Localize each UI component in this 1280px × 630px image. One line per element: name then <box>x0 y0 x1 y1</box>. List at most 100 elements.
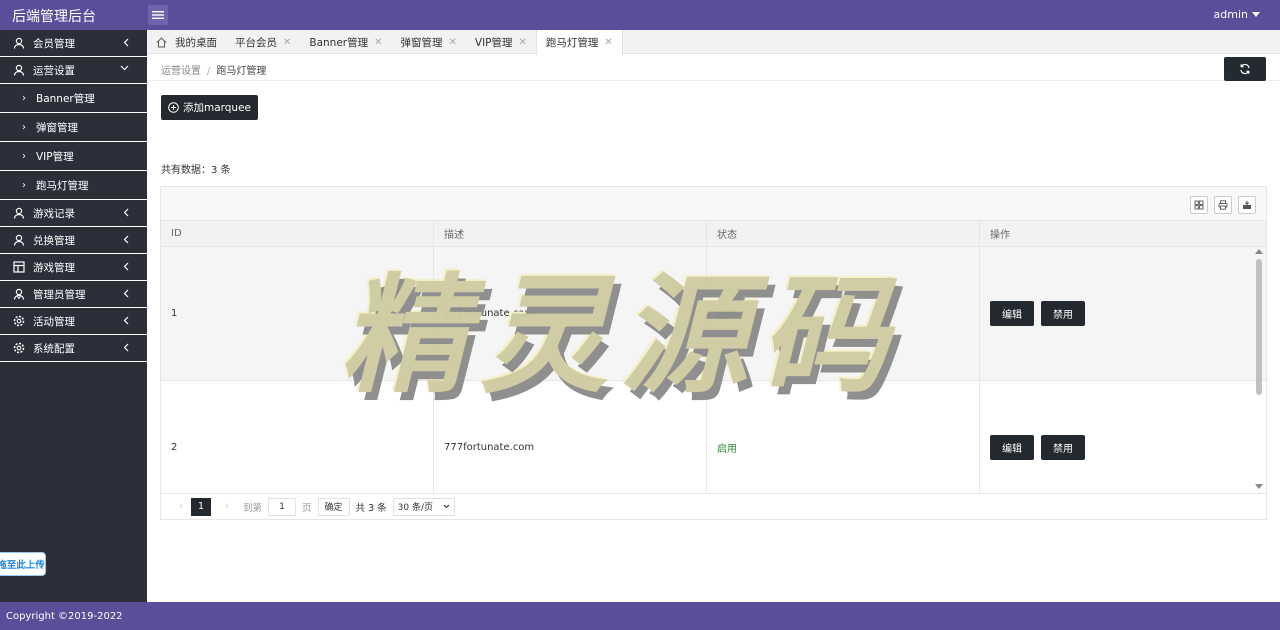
sidebar-item-label: 游戏管理 <box>33 261 75 274</box>
close-icon[interactable]: ✕ <box>604 37 612 48</box>
sidebar-item-members[interactable]: 会员管理 <box>0 30 147 57</box>
sidebar-item-system-config[interactable]: 系统配置 <box>0 335 147 362</box>
breadcrumb: 运营设置 / 跑马灯管理 <box>161 62 266 77</box>
close-icon[interactable]: ✕ <box>449 37 457 48</box>
sidebar-subitem-label: VIP管理 <box>36 150 74 163</box>
edit-button[interactable]: 编辑 <box>990 435 1034 460</box>
close-icon[interactable]: ✕ <box>283 37 291 48</box>
column-header-actions[interactable]: 操作 <box>980 221 1254 246</box>
sidebar-item-operations[interactable]: 运营设置 <box>0 57 147 84</box>
sidebar-item-games[interactable]: 游戏管理 <box>0 254 147 281</box>
refresh-icon <box>1240 63 1250 75</box>
admin-icon <box>12 287 26 301</box>
sidebar-item-game-records[interactable]: 游戏记录 <box>0 200 147 227</box>
print-button[interactable] <box>1214 196 1232 214</box>
goto-page-input[interactable] <box>268 497 297 516</box>
caret-down-icon <box>1252 12 1260 17</box>
page-number-current[interactable]: 1 <box>191 497 211 516</box>
gear-icon <box>12 341 26 355</box>
vertical-scrollbar[interactable] <box>1254 247 1264 493</box>
user-menu[interactable]: admin <box>1214 8 1260 21</box>
columns-icon <box>1194 200 1204 210</box>
sidebar: 会员管理 运营设置 › Banner管理 › 弹窗管理 › VIP管理 › 跑马… <box>0 30 147 602</box>
tab-label: 平台会员 <box>235 36 277 49</box>
add-marquee-button[interactable]: 添加marquee <box>161 95 258 120</box>
close-icon[interactable]: ✕ <box>519 37 527 48</box>
columns-filter-button[interactable] <box>1190 196 1208 214</box>
chevron-right-icon: › <box>22 150 26 162</box>
tab-banner[interactable]: Banner管理 ✕ <box>300 30 391 54</box>
chevron-right-icon: › <box>22 121 26 133</box>
edit-button[interactable]: 编辑 <box>990 301 1034 326</box>
tab-label: 我的桌面 <box>175 36 217 49</box>
table-row[interactable]: 2 777fortunate.com 启用 编辑 禁用 <box>161 381 1266 493</box>
sidebar-subitem-label: Banner管理 <box>36 92 95 105</box>
column-header-id[interactable]: ID <box>161 221 434 246</box>
footer: Copyright ©2019-2022 <box>0 602 1280 630</box>
goto-confirm-button[interactable]: 确定 <box>317 497 350 516</box>
cell-actions: 编辑 禁用 <box>980 381 1254 493</box>
copyright-text: Copyright ©2019-2022 <box>6 610 123 622</box>
chevron-left-icon <box>123 289 129 298</box>
sidebar-item-label: 会员管理 <box>33 37 75 50</box>
user-icon <box>12 36 26 50</box>
home-icon <box>156 37 167 47</box>
chevron-down-icon <box>120 65 129 71</box>
pagination: ‹ 1 › 到第 页 确定 共 3 条 30 条/页 <box>161 493 1266 519</box>
tab-label: 弹窗管理 <box>400 36 443 49</box>
sidebar-subitem-label: 弹窗管理 <box>36 121 78 134</box>
close-icon[interactable]: ✕ <box>374 37 382 48</box>
column-header-description[interactable]: 描述 <box>434 221 707 246</box>
sidebar-item-activities[interactable]: 活动管理 <box>0 308 147 335</box>
sidebar-subitem-banner[interactable]: › Banner管理 <box>0 84 147 113</box>
scroll-up-arrow-icon[interactable] <box>1255 249 1263 254</box>
cell-id: 2 <box>161 381 434 493</box>
prev-page-icon[interactable]: ‹ <box>171 501 191 512</box>
goto-label: 到第 <box>243 502 263 514</box>
chevron-left-icon <box>123 262 129 271</box>
hamburger-icon <box>152 11 164 19</box>
add-marquee-label: 添加marquee <box>182 102 252 114</box>
breadcrumb-parent[interactable]: 运营设置 <box>161 66 201 77</box>
sidebar-subitem-popup[interactable]: › 弹窗管理 <box>0 113 147 142</box>
upload-drop-tip[interactable]: 拖至此上传 <box>0 552 46 576</box>
scroll-down-arrow-icon[interactable] <box>1255 484 1263 489</box>
user-icon <box>12 206 26 220</box>
table-row[interactable]: 1 777fortunate.com 启用 编辑 禁用 <box>161 247 1266 381</box>
breadcrumb-current: 跑马灯管理 <box>216 66 267 77</box>
tab-marquee[interactable]: 跑马灯管理 ✕ <box>535 30 623 55</box>
print-icon <box>1218 200 1228 210</box>
column-header-status[interactable]: 状态 <box>707 221 980 246</box>
sidebar-item-admins[interactable]: 管理员管理 <box>0 281 147 308</box>
chevron-down-icon <box>443 504 449 509</box>
chevron-left-icon <box>123 343 129 352</box>
breadcrumb-separator: / <box>207 66 211 77</box>
gear-icon <box>12 314 26 328</box>
refresh-button[interactable] <box>1224 57 1266 81</box>
export-button[interactable] <box>1238 196 1256 214</box>
sidebar-item-label: 兑换管理 <box>33 234 75 247</box>
tab-popup[interactable]: 弹窗管理 ✕ <box>392 30 466 54</box>
disable-button[interactable]: 禁用 <box>1041 301 1085 326</box>
cell-id: 1 <box>161 247 434 380</box>
tab-vip[interactable]: VIP管理 ✕ <box>466 30 536 54</box>
table-header: ID 描述 状态 操作 <box>161 221 1266 247</box>
table-body: 1 777fortunate.com 启用 编辑 禁用 2 777fortuna… <box>161 247 1266 493</box>
cell-status: 启用 <box>707 247 980 380</box>
scrollbar-thumb[interactable] <box>1256 259 1262 395</box>
tab-bar: 我的桌面 平台会员 ✕ Banner管理 ✕ 弹窗管理 ✕ VIP管理 ✕ 跑马… <box>147 30 1280 55</box>
table-toolbar <box>161 187 1266 221</box>
sidebar-item-label: 活动管理 <box>33 315 75 328</box>
sidebar-item-exchange[interactable]: 兑换管理 <box>0 227 147 254</box>
disable-button[interactable]: 禁用 <box>1041 435 1085 460</box>
sidebar-subitem-marquee[interactable]: › 跑马灯管理 <box>0 171 147 200</box>
tab-platform-members[interactable]: 平台会员 ✕ <box>226 30 300 54</box>
tab-desktop[interactable]: 我的桌面 <box>147 30 226 54</box>
sidebar-subitem-vip[interactable]: › VIP管理 <box>0 142 147 171</box>
next-page-icon[interactable]: › <box>217 501 237 512</box>
menu-toggle-button[interactable] <box>148 5 168 25</box>
page-size-select[interactable]: 30 条/页 <box>392 497 455 516</box>
app-title: 后端管理后台 <box>12 9 96 25</box>
tab-label: 跑马灯管理 <box>545 37 599 49</box>
chevron-right-icon: › <box>22 92 26 104</box>
